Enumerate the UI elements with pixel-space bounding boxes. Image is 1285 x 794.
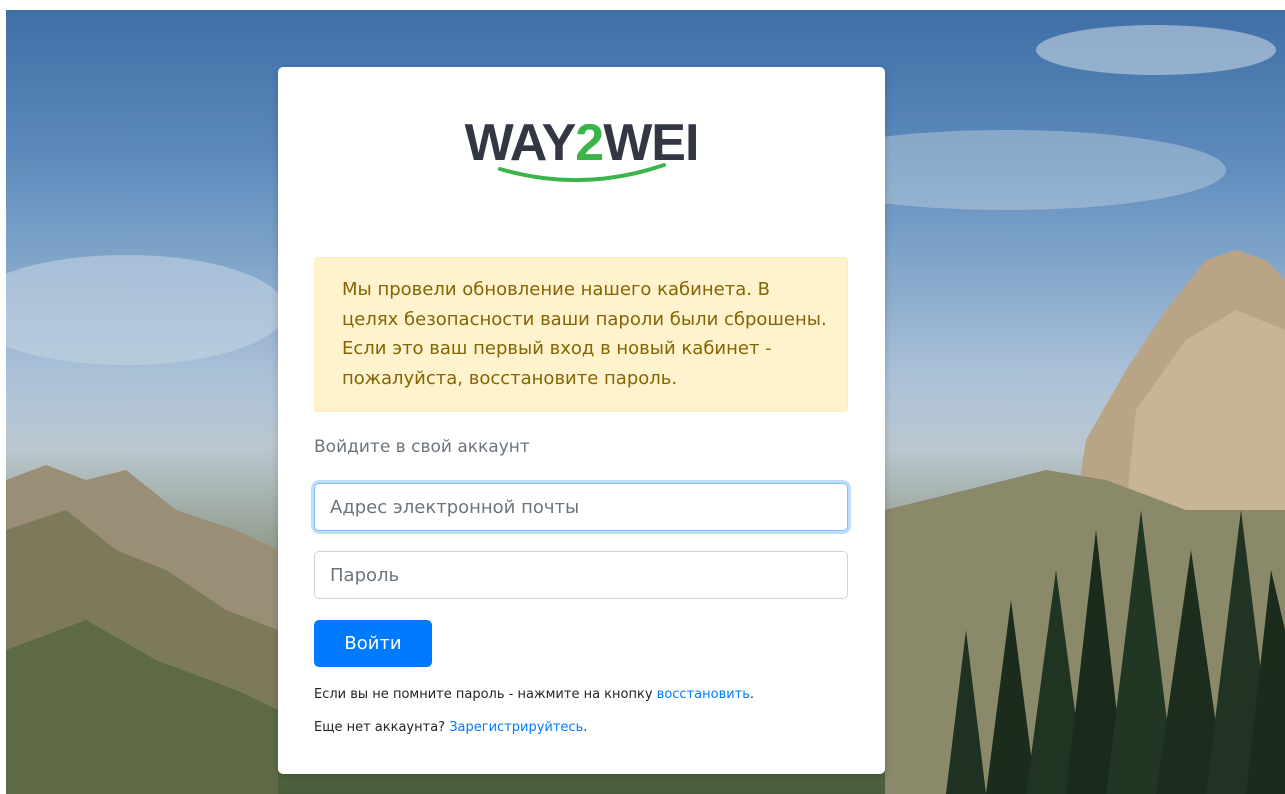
password-field[interactable] bbox=[314, 551, 848, 599]
logo-swoosh-icon bbox=[497, 163, 666, 183]
update-warning-alert: Мы провели обновление нашего кабинета. В… bbox=[314, 257, 848, 412]
signin-heading: Войдите в свой аккаунт bbox=[314, 437, 530, 457]
forgot-end: . bbox=[749, 687, 755, 702]
register-end: . bbox=[583, 720, 588, 735]
email-field[interactable] bbox=[314, 483, 848, 531]
register-text: Еще нет аккаунта? bbox=[314, 720, 450, 735]
forgot-password-note: Если вы не помните пароль - нажмите на к… bbox=[314, 687, 754, 702]
login-card: WAY2WEI Мы провели обновление нашего каб… bbox=[278, 67, 885, 774]
logo-container: WAY2WEI bbox=[278, 113, 885, 203]
restore-password-link[interactable]: восстановить bbox=[657, 687, 750, 702]
register-note: Еще нет аккаунта? Зарегистрируйтесь. bbox=[314, 720, 587, 735]
way2wei-logo: WAY2WEI bbox=[432, 113, 732, 203]
alert-message: Мы провели обновление нашего кабинета. В… bbox=[342, 279, 827, 389]
forgot-text: Если вы не помните пароль - нажмите на к… bbox=[314, 687, 657, 702]
register-link[interactable]: Зарегистрируйтесь bbox=[449, 720, 583, 735]
login-button[interactable]: Войти bbox=[314, 620, 432, 667]
